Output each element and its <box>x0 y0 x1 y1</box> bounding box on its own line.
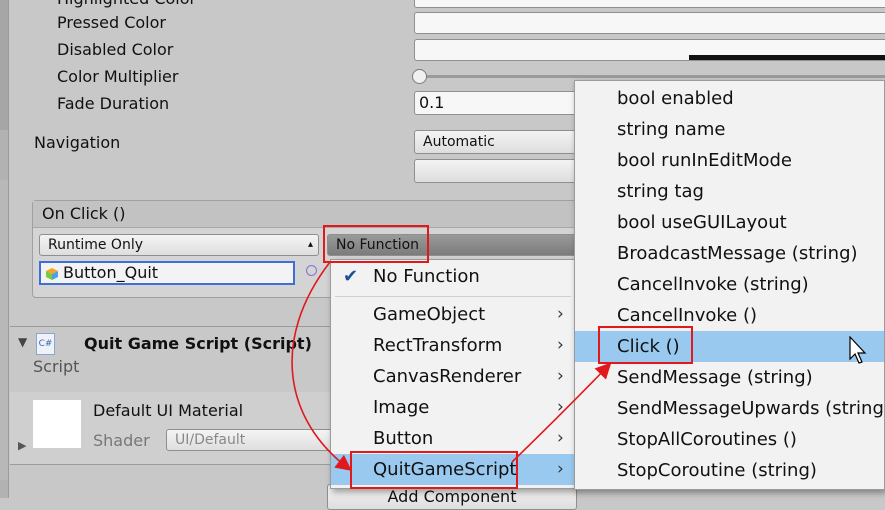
arrow-to-quitgamescript <box>291 261 352 471</box>
annotation-arrows <box>291 261 612 471</box>
arrow-to-click <box>511 362 612 463</box>
mouse-cursor-icon <box>849 336 867 364</box>
